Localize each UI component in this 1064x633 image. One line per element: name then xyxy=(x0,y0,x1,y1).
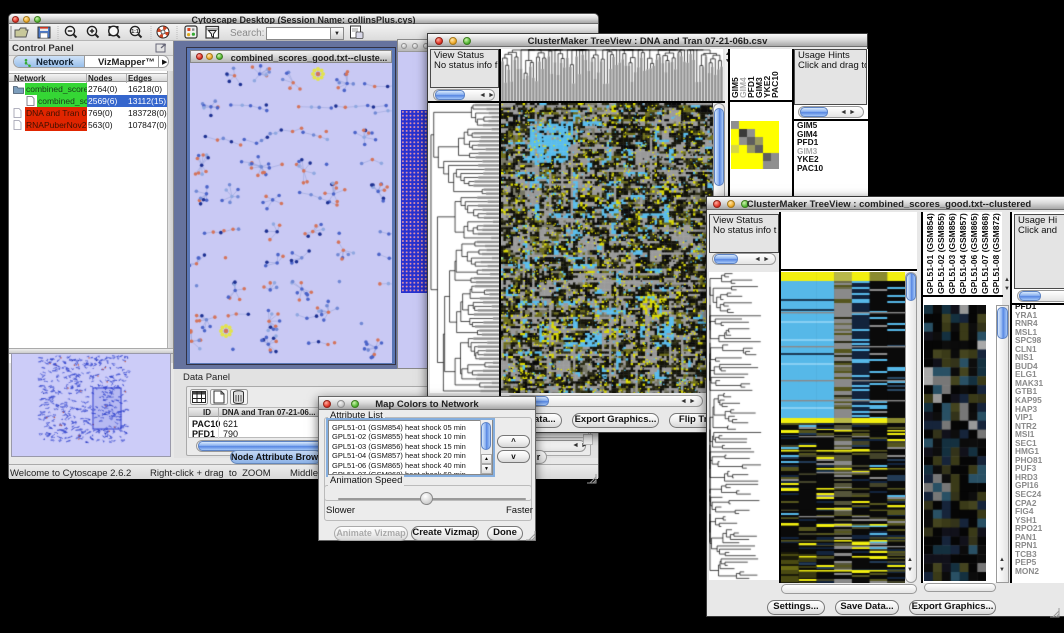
svg-text:1:1: 1:1 xyxy=(131,29,138,35)
